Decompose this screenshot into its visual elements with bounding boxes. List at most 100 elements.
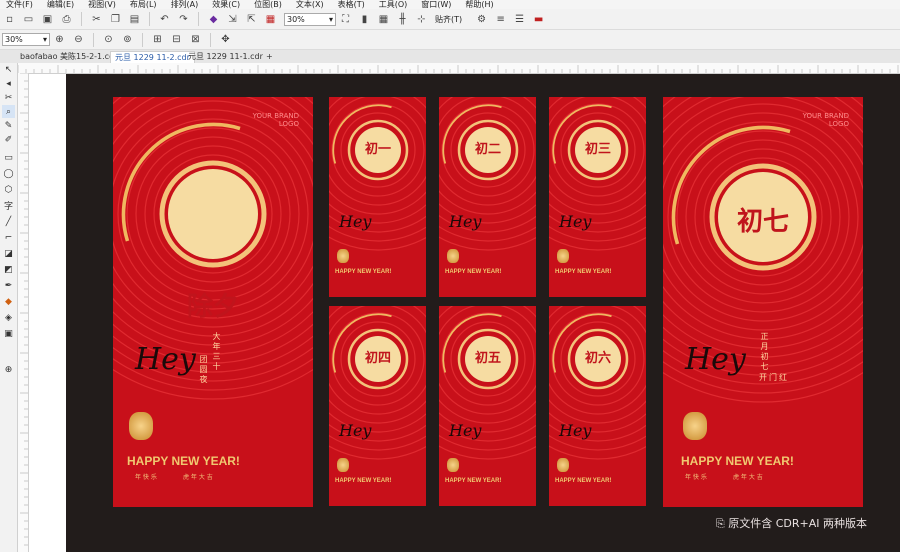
menu-item[interactable]: 效果(C) [212,0,240,9]
publish-pdf-icon[interactable]: ▦ [263,12,278,27]
pick-tool-icon[interactable]: ↖ [2,63,15,76]
new-document-icon[interactable]: ▫ [2,12,17,27]
menu-item[interactable]: 表格(T) [338,0,365,9]
transparency-tool-icon[interactable]: ◩ [2,263,15,276]
ellipse-tool-icon[interactable]: ◯ [2,167,15,180]
open-icon[interactable]: ▭ [21,12,36,27]
center-title: 初五 [474,351,501,366]
menu-item[interactable]: 窗口(W) [421,0,451,9]
rulers-icon[interactable]: ▮ [357,12,372,27]
zoom-height-icon[interactable]: ⊠ [188,32,203,47]
center-title: 初三 [584,142,611,157]
zoom-levels-dropdown[interactable]: 30% ▾ [2,33,50,46]
document-tabs: baofabao 美陈15-2-1.cdr 元旦 1229 11-2.cdr 元… [0,50,900,64]
copy-icon[interactable]: ❐ [108,12,123,27]
menu-item[interactable]: 编辑(E) [47,0,74,9]
launch-icon[interactable]: ▬ [531,12,546,27]
poster-small[interactable]: 初一 Hey HAPPY NEW YEAR! [329,97,426,297]
guidelines-icon[interactable]: ╫ [395,12,410,27]
artistic-media-icon[interactable]: ✐ [2,133,15,146]
happy-new-year-text: HAPPY NEW YEAR! [681,454,794,468]
zoom-level-value: 30% [287,14,305,24]
zoom-tool-icon[interactable]: ⌕ [2,105,15,118]
redo-icon[interactable]: ↷ [176,12,191,27]
zoom-page-icon[interactable]: ⊞ [150,32,165,47]
add-tab-icon[interactable]: + [262,51,277,63]
poster-small[interactable]: 初六 Hey HAPPY NEW YEAR! [549,306,646,506]
vertical-ruler[interactable] [18,73,29,552]
menu-item[interactable]: 文本(X) [296,0,324,9]
paste-icon[interactable]: ▤ [127,12,142,27]
vertical-text-1: 大年三十 [212,332,221,372]
poster-chuxi[interactable]: 除夕 YOUR BRAND LOGO 大年三十 团圆夜 Hey HAPPY NE… [113,97,313,507]
cut-icon[interactable]: ✂ [89,12,104,27]
add-tool-icon[interactable]: ⊕ [2,363,15,376]
zoom-out-icon[interactable]: ⊖ [71,32,86,47]
full-screen-icon[interactable]: ⛶ [338,12,353,27]
ring-graphics [549,306,646,460]
menu-item[interactable]: 位图(B) [254,0,282,9]
center-title: 初七 [736,207,789,237]
shadow-tool-icon[interactable]: ◪ [2,247,15,260]
poster-small[interactable]: 初二 Hey HAPPY NEW YEAR! [439,97,536,297]
ring-graphics [439,306,536,460]
separator [142,32,143,47]
dimension-tool-icon[interactable]: ╱ [2,215,15,228]
zoom-level-dropdown[interactable]: 30% ▾ [284,12,336,26]
toolbox: ↖ ◂ ✂ ⌕ ✎ ✐ ▭ ◯ ⬡ 字 ╱ ⌐ ◪ ◩ ✒ ◆ ◈ ▣ ⊕ [0,63,18,552]
subtitle-right: 虎 年 大 吉 [733,474,763,481]
poster-chuqi[interactable]: 初七 YOUR BRAND LOGO 正月初七 开门红 Hey HAPPY NE… [663,97,863,507]
undo-icon[interactable]: ↶ [157,12,172,27]
interactive-fill-icon[interactable]: ◆ [2,295,15,308]
shape-tool-icon[interactable]: ◂ [2,77,15,90]
brand-line1: YOUR BRAND [802,112,849,120]
save-icon[interactable]: ▣ [40,12,55,27]
menu-item[interactable]: 布局(L) [130,0,157,9]
poster-small[interactable]: 初三 Hey HAPPY NEW YEAR! [549,97,646,297]
grid-icon[interactable]: ▦ [376,12,391,27]
rectangle-tool-icon[interactable]: ▭ [2,151,15,164]
menu-item[interactable]: 视图(V) [88,0,116,9]
poster-small[interactable]: 初四 Hey HAPPY NEW YEAR! [329,306,426,506]
distribute-icon[interactable]: ☰ [512,12,527,27]
connector-tool-icon[interactable]: ⌐ [2,231,15,244]
gold-disc [168,169,258,259]
corel-connect-icon[interactable]: ◆ [206,12,221,27]
align-icon[interactable]: ≡ [493,12,508,27]
smart-fill-icon[interactable]: ◈ [2,311,15,324]
document-tab[interactable]: baofabao 美陈15-2-1.cdr [16,51,121,63]
snap-icon[interactable]: ⊹ [414,12,429,27]
crop-tool-icon[interactable]: ✂ [2,91,15,104]
freehand-tool-icon[interactable]: ✎ [2,119,15,132]
text-tool-icon[interactable]: 字 [2,199,15,212]
brand-logo-text: YOUR BRAND LOGO [803,112,849,128]
tiger-logo-icon [557,249,569,263]
menu-item[interactable]: 文件(F) [6,0,33,9]
import-icon[interactable]: ⇲ [225,12,240,27]
menu-item[interactable]: 帮助(H) [465,0,493,9]
script-lettering: Hey [685,342,746,377]
zoom-width-icon[interactable]: ⊟ [169,32,184,47]
print-icon[interactable]: ⎙ [59,12,74,27]
export-icon[interactable]: ⇱ [244,12,259,27]
horizontal-ruler[interactable] [18,63,900,74]
pan-icon[interactable]: ✥ [218,32,233,47]
zoom-in-icon[interactable]: ⊕ [52,32,67,47]
script-lettering: Hey [449,421,482,440]
script-lettering: Hey [559,212,592,231]
ring-graphics [549,97,646,251]
menu-item[interactable]: 工具(O) [379,0,408,9]
zoom-all-icon[interactable]: ⊚ [120,32,135,47]
chevron-down-icon: ▾ [42,35,47,44]
zoom-selected-icon[interactable]: ⊙ [101,32,116,47]
options-icon[interactable]: ⚙ [474,12,489,27]
eyedropper-tool-icon[interactable]: ✒ [2,279,15,292]
polygon-tool-icon[interactable]: ⬡ [2,183,15,196]
document-tab[interactable]: 元旦 1229 11-1.cdr [184,51,267,63]
brand-line1: YOUR BRAND [252,112,299,120]
poster-small[interactable]: 初五 Hey HAPPY NEW YEAR! [439,306,536,506]
separator [198,12,199,26]
menu-item[interactable]: 排列(A) [171,0,199,9]
outline-tool-icon[interactable]: ▣ [2,327,15,340]
snap-to-dropdown[interactable]: 贴齐(T) [435,14,462,25]
